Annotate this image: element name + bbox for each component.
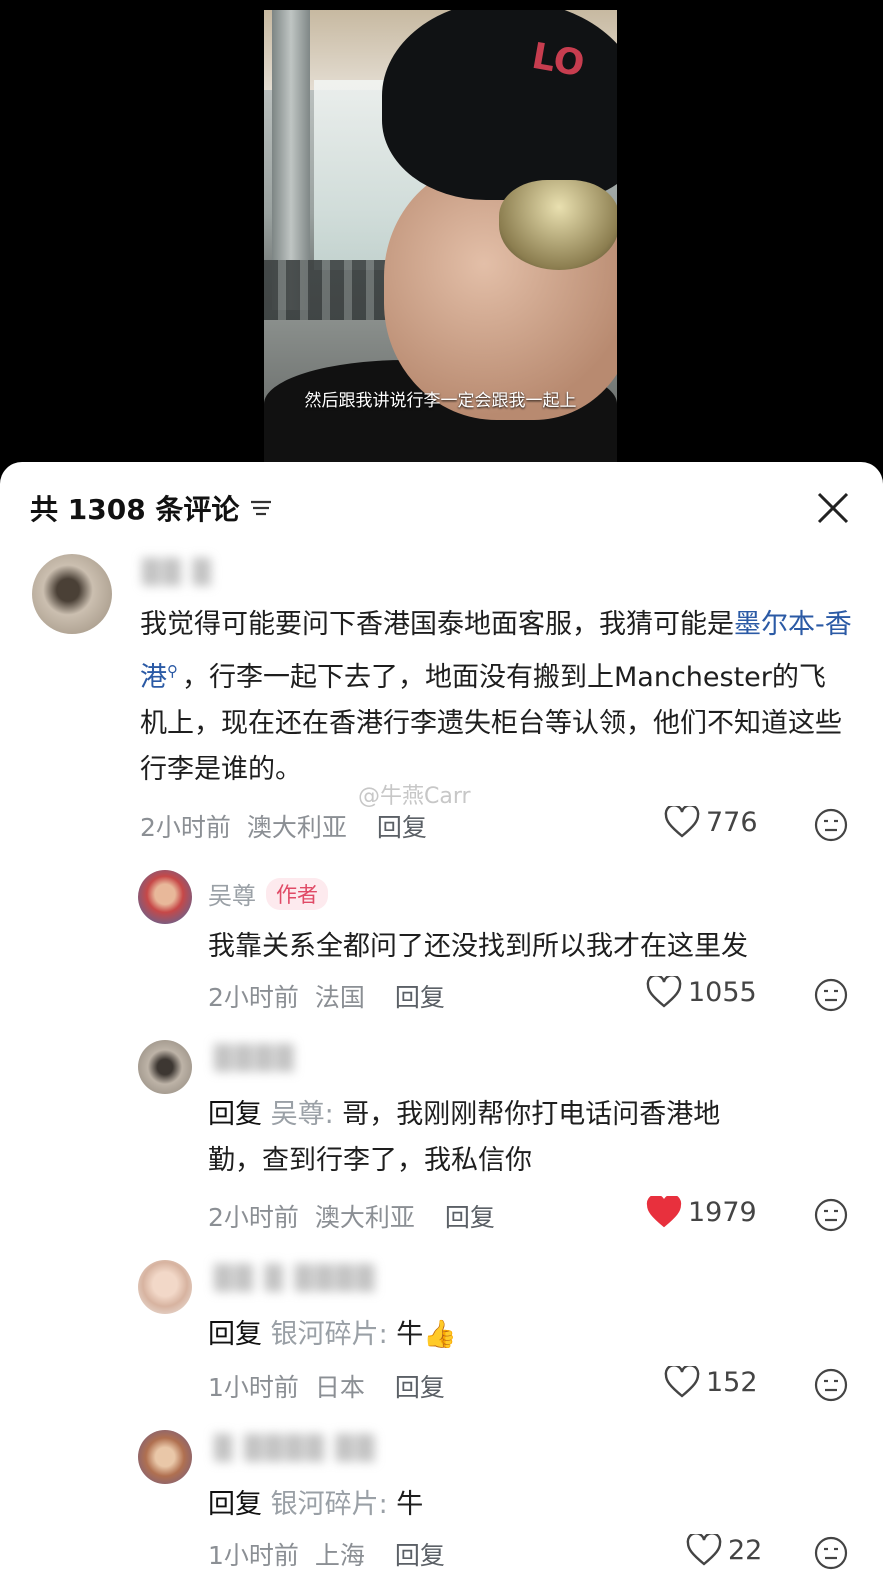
avatar[interactable] [138,1040,192,1094]
like-button[interactable]: 776 [664,806,758,838]
comment-text-part: ，行李一起下去了，地面没有搬到上Manchester的飞机上，现在还在香港行李遗… [140,662,842,785]
reply-prefix: 回复 [208,1319,262,1350]
comment-username[interactable]: ▒▒▒▒ [214,1044,296,1072]
heart-outline-icon [664,806,700,838]
comment-time: 1小时前 [208,1373,299,1402]
close-icon[interactable] [813,488,853,528]
comment-location: 日本 [314,1373,365,1402]
heart-filled-icon [646,1196,682,1228]
like-count: 776 [706,806,758,838]
comment-text-part: 我觉得可能要问下香港国泰地面客服，我猜可能是 [140,609,734,640]
search-icon: ⚲ [167,662,178,680]
comment-username-row: 吴尊 作者 [208,876,328,911]
reaction-face-icon[interactable] [814,1368,848,1402]
like-count: 1979 [688,1196,757,1228]
heart-outline-icon [646,976,682,1008]
comment-text-line: 牛👍 [396,1319,457,1350]
video-person-cap: LO [382,10,617,200]
comment-meta: 2小时前 澳大利亚 回复 [208,1198,503,1234]
comment-username[interactable]: ▒▒ ▒ [142,558,213,586]
comment-time: 2小时前 [140,813,231,842]
reaction-face-icon[interactable] [814,808,848,842]
comment-text-line: 勤，查到行李了，我私信你 [208,1145,532,1176]
reply-prefix: 回复 [208,1099,262,1130]
comment-username[interactable]: ▒ ▒▒▒▒ ▒▒ [214,1434,376,1462]
reaction-face-icon[interactable] [814,1198,848,1232]
video-person-sunglasses [499,180,617,270]
reply-button[interactable]: 回复 [377,813,427,842]
cap-logo: LO [528,35,588,86]
like-button[interactable]: 22 [686,1534,762,1566]
comment-text-line: 牛 [396,1489,424,1520]
reply-button[interactable]: 回复 [395,983,445,1012]
avatar[interactable] [32,554,112,634]
comment-location: 上海 [314,1541,365,1570]
heart-outline-icon [686,1534,722,1566]
comment-time: 1小时前 [208,1541,299,1570]
reply-target-user[interactable]: 银河碎片: [271,1319,388,1350]
comment-time: 2小时前 [208,1203,299,1232]
avatar[interactable] [138,870,192,924]
reply-button[interactable]: 回复 [445,1203,495,1232]
comment-meta: 2小时前 法国 回复 [208,978,453,1014]
reply-target-user[interactable]: 银河碎片: [271,1489,388,1520]
avatar[interactable] [138,1430,192,1484]
reply-button[interactable]: 回复 [395,1373,445,1402]
comment-meta: 1小时前 上海 回复 [208,1536,453,1572]
heart-outline-icon [664,1366,700,1398]
comment-location: 澳大利亚 [314,1203,415,1232]
like-button[interactable]: 152 [664,1366,758,1398]
comment-meta: 1小时前 日本 回复 [208,1368,453,1404]
like-count: 1055 [688,976,757,1008]
comment-meta: 2小时前 澳大利亚 回复 [140,808,435,844]
video-caption: 然后跟我讲说行李一定会跟我一起上 [304,391,577,411]
author-badge: 作者 [266,878,328,910]
comment-location: 法国 [314,983,365,1012]
reaction-face-icon[interactable] [814,1536,848,1570]
comment-text: 回复 银河碎片: 牛 [208,1482,858,1528]
comment-text: 回复 吴尊: 哥，我刚刚帮你打电话问香港地 勤，查到行李了，我私信你 [208,1092,858,1184]
like-count: 22 [728,1534,763,1566]
comments-header: 共 1308 条评论 [30,486,273,530]
watermark: @牛燕Carr [358,784,471,809]
comment-username[interactable]: 吴尊 [208,882,256,910]
comment-username[interactable]: ▒▒ ▒ ▒▒▒▒ [214,1264,376,1292]
comment-text: 我觉得可能要问下香港国泰地面客服，我猜可能是墨尔本-香港⚲ ，行李一起下去了，地面… [140,602,852,793]
comment-text-line: 哥，我刚刚帮你打电话问香港地 [342,1099,721,1130]
comments-sheet: 共 1308 条评论 ▒▒ ▒ 我觉得可能要问下香港国泰地面客服，我猜可能是墨尔… [0,462,883,1574]
comment-location: 澳大利亚 [246,813,347,842]
comment-text: 我靠关系全都问了还没找到所以我才在这里发 [208,931,748,962]
reply-target-user[interactable]: 吴尊: [271,1099,334,1130]
like-button[interactable]: 1979 [646,1196,757,1228]
like-count: 152 [706,1366,758,1398]
reply-prefix: 回复 [208,1489,262,1520]
sort-filter-icon[interactable] [249,497,273,519]
comment-time: 2小时前 [208,983,299,1012]
comment-text: 回复 银河碎片: 牛👍 [208,1312,858,1358]
comment-count: 共 1308 条评论 [30,493,240,526]
reply-button[interactable]: 回复 [395,1541,445,1570]
like-button[interactable]: 1055 [646,976,757,1008]
reaction-face-icon[interactable] [814,978,848,1012]
avatar[interactable] [138,1260,192,1314]
video-player[interactable]: LO 然后跟我讲说行李一定会跟我一起上 [264,10,617,462]
